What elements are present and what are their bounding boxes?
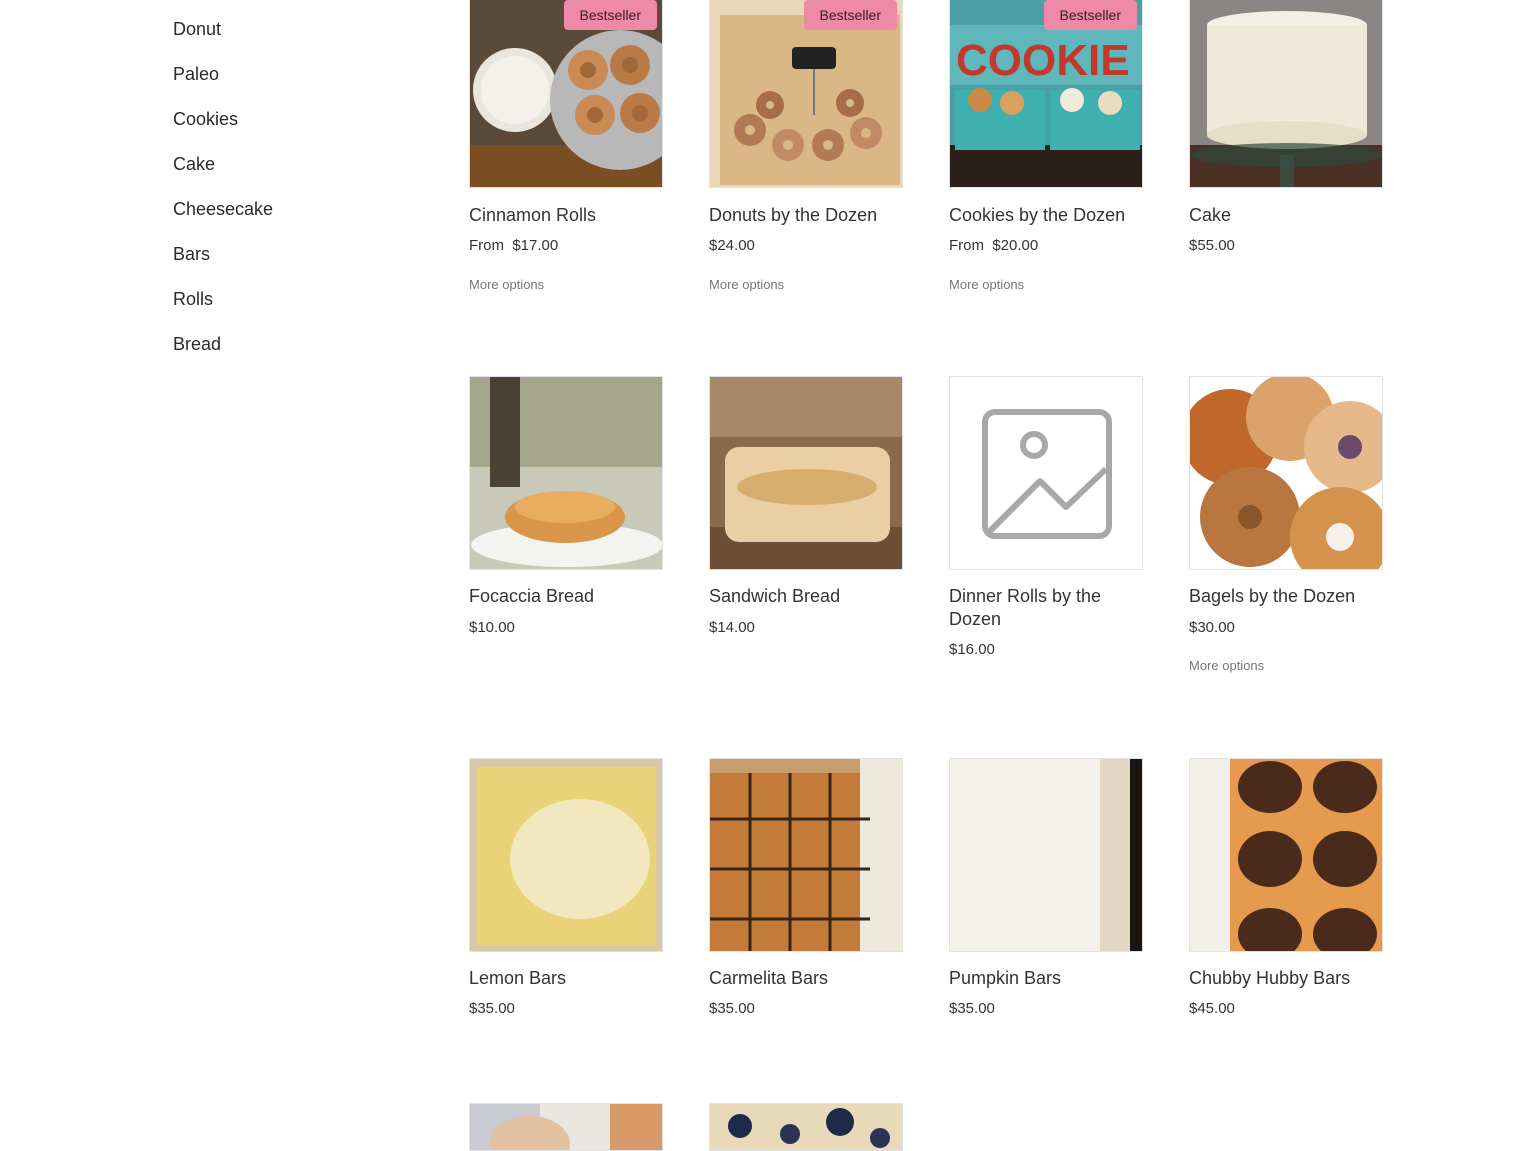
more-options-link[interactable]: More options (949, 277, 1024, 292)
product-price: $35.00 (469, 1000, 515, 1017)
product-name[interactable]: Cake (1189, 204, 1383, 227)
bestseller-badge: Bestseller (563, 0, 657, 30)
category-cookies[interactable]: Cookies (173, 108, 238, 130)
bagels-photo (1190, 377, 1382, 569)
product-name[interactable]: Cinnamon Rolls (469, 204, 663, 227)
product-price: $45.00 (1189, 1000, 1235, 1017)
category-cake[interactable]: Cake (173, 153, 215, 175)
product-price: $24.00 (709, 237, 755, 254)
product-name[interactable]: Donuts by the Dozen (709, 204, 903, 227)
product-name[interactable]: Bagels by the Dozen (1189, 585, 1383, 608)
image-placeholder-icon (982, 409, 1112, 539)
product-name[interactable]: Dinner Rolls by the Dozen (949, 585, 1143, 631)
product-image[interactable] (949, 376, 1143, 570)
partial-product-photo-1 (470, 1104, 662, 1150)
more-options-link[interactable]: More options (709, 277, 784, 292)
product-image[interactable] (1189, 758, 1383, 952)
product-price: From $17.00 (469, 237, 559, 254)
category-paleo[interactable]: Paleo (173, 63, 219, 85)
product-name[interactable]: Focaccia Bread (469, 585, 663, 608)
product-name[interactable]: Sandwich Bread (709, 585, 903, 608)
product-name[interactable]: Cookies by the Dozen (949, 204, 1143, 227)
product-image[interactable] (1189, 376, 1383, 570)
product-name[interactable]: Chubby Hubby Bars (1189, 967, 1383, 990)
product-image[interactable] (709, 1103, 903, 1151)
product-image[interactable] (469, 758, 663, 952)
more-options-link[interactable]: More options (469, 277, 544, 292)
product-price: From $20.00 (949, 237, 1039, 254)
shop-page: Donut Paleo Cookies Cake Cheesecake Bars… (0, 0, 1530, 1151)
bestseller-badge: Bestseller (803, 0, 897, 30)
product-name[interactable]: Pumpkin Bars (949, 967, 1143, 990)
svg-text:COOKIE: COOKIE (956, 36, 1130, 85)
chubby-hubby-bars-photo (1190, 759, 1382, 951)
bestseller-badge: Bestseller (1043, 0, 1137, 30)
product-image[interactable] (949, 758, 1143, 952)
focaccia-photo (470, 377, 662, 569)
category-rolls[interactable]: Rolls (173, 288, 213, 310)
product-price: $10.00 (469, 619, 515, 636)
product-price: $14.00 (709, 619, 755, 636)
category-bread[interactable]: Bread (173, 333, 221, 355)
product-name[interactable]: Carmelita Bars (709, 967, 903, 990)
category-donut[interactable]: Donut (173, 18, 221, 40)
product-image[interactable] (709, 376, 903, 570)
partial-product-photo-2 (710, 1104, 902, 1150)
product-image[interactable] (469, 376, 663, 570)
product-image[interactable] (709, 758, 903, 952)
more-options-link[interactable]: More options (1189, 658, 1264, 673)
carmelita-bars-photo (710, 759, 902, 951)
product-image[interactable] (469, 1103, 663, 1151)
product-price: $30.00 (1189, 619, 1235, 636)
product-image[interactable] (1189, 0, 1383, 188)
product-name[interactable]: Lemon Bars (469, 967, 663, 990)
cake-photo (1190, 0, 1382, 187)
category-bars[interactable]: Bars (173, 243, 210, 265)
category-cheesecake[interactable]: Cheesecake (173, 198, 273, 220)
sandwich-bread-photo (710, 377, 902, 569)
product-price: $16.00 (949, 641, 995, 658)
product-price: $55.00 (1189, 237, 1235, 254)
pumpkin-bars-photo (950, 759, 1142, 951)
product-price: $35.00 (949, 1000, 995, 1017)
lemon-bars-photo (470, 759, 662, 951)
product-price: $35.00 (709, 1000, 755, 1017)
